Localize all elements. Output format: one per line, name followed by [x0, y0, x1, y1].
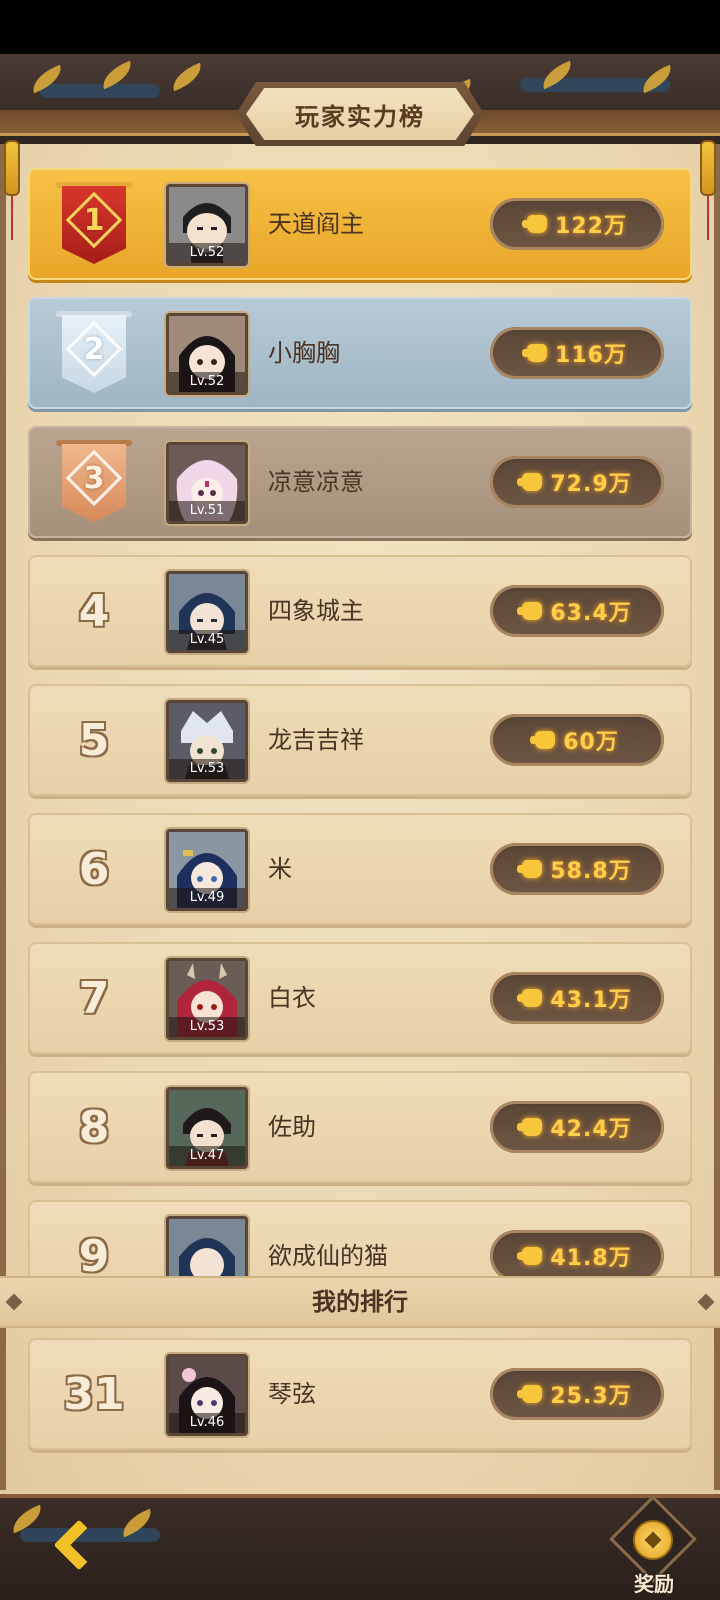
power-badge: 58.8万	[490, 843, 664, 895]
power-value: 60万	[563, 730, 619, 755]
player-level: Lv.49	[169, 888, 245, 908]
power-badge: 122万	[490, 198, 664, 250]
rank-number: 5	[78, 714, 110, 766]
ginkgo-leaf-decoration	[167, 62, 207, 92]
rank-number: 9	[78, 1230, 110, 1282]
player-name: 欲成仙的猫	[268, 1242, 388, 1270]
player-avatar[interactable]	[166, 1216, 248, 1284]
player-avatar[interactable]: Lv.52	[166, 184, 248, 266]
player-avatar[interactable]: Lv.53	[166, 958, 248, 1040]
blue-hair-hero-avatar-icon	[169, 1219, 245, 1284]
player-level: Lv.47	[169, 1146, 245, 1166]
player-level: Lv.45	[169, 630, 245, 650]
player-avatar[interactable]: Lv.52	[166, 313, 248, 395]
power-value: 43.1万	[550, 988, 632, 1013]
player-level: Lv.53	[169, 759, 245, 779]
power-badge: 42.4万	[490, 1101, 664, 1153]
player-level: Lv.52	[169, 243, 245, 263]
player-name: 天道阎主	[268, 210, 364, 238]
fist-icon	[530, 731, 556, 749]
power-badge: 41.8万	[490, 1230, 664, 1282]
back-button[interactable]	[44, 1510, 114, 1580]
leaderboard-row-7[interactable]: 7 Lv.53 白衣 43.1万	[28, 942, 692, 1054]
player-name: 米	[268, 855, 292, 883]
power-value: 72.9万	[550, 472, 632, 497]
rank-number: 4	[78, 585, 110, 637]
my-rank-row[interactable]: 31 Lv.46 琴弦 25.3万	[28, 1338, 692, 1450]
leaderboard-row-3[interactable]: 3 Lv.51 凉意凉意 72.9万	[28, 426, 692, 538]
leaderboard-row-6[interactable]: 6 Lv.49 米 58.8万	[28, 813, 692, 925]
leaderboard-row-4[interactable]: 4 Lv.45 四象城主 63.4万	[28, 555, 692, 667]
player-name: 四象城主	[268, 597, 364, 625]
cloud-decoration	[40, 84, 160, 98]
player-name: 佐助	[268, 1113, 316, 1141]
fist-icon	[517, 860, 543, 878]
fist-icon	[517, 989, 543, 1007]
player-level: Lv.46	[169, 1413, 245, 1433]
rank-banner-gold: 1	[56, 180, 132, 268]
coin-icon	[633, 1520, 673, 1560]
player-avatar[interactable]: Lv.47	[166, 1087, 248, 1169]
power-badge: 72.9万	[490, 456, 664, 508]
rank-banner-bronze: 3	[56, 438, 132, 526]
rank-number: 8	[78, 1101, 110, 1153]
fist-icon	[522, 344, 548, 362]
power-badge: 25.3万	[490, 1368, 664, 1420]
player-avatar[interactable]: Lv.51	[166, 442, 248, 524]
player-avatar[interactable]: Lv.46	[166, 1354, 248, 1436]
fist-icon	[517, 1385, 543, 1403]
rank-number: 1	[83, 202, 105, 238]
power-badge: 60万	[490, 714, 664, 766]
player-name: 龙吉吉祥	[268, 726, 364, 754]
fist-icon	[517, 473, 543, 491]
my-rank-header: 我的排行	[0, 1276, 720, 1328]
rank-banner-silver: 2	[56, 309, 132, 397]
player-name: 琴弦	[268, 1380, 316, 1408]
leaderboard-row-1[interactable]: 1 Lv.52 天道阎主 122万	[28, 168, 692, 280]
player-level: Lv.53	[169, 1017, 245, 1037]
rank-number: 2	[83, 331, 105, 367]
player-avatar[interactable]: Lv.49	[166, 829, 248, 911]
fist-icon	[517, 1118, 543, 1136]
leaderboard-row-8[interactable]: 8 Lv.47 佐助 42.4万	[28, 1071, 692, 1183]
rank-number: 6	[78, 843, 110, 895]
power-badge: 116万	[490, 327, 664, 379]
fist-icon	[517, 602, 543, 620]
leaderboard-row-2[interactable]: 2 Lv.52 小胸胸 116万	[28, 297, 692, 409]
power-badge: 43.1万	[490, 972, 664, 1024]
player-avatar[interactable]: Lv.45	[166, 571, 248, 653]
player-level: Lv.51	[169, 501, 245, 521]
power-value: 25.3万	[550, 1384, 632, 1409]
rank-number: 7	[78, 972, 110, 1024]
power-value: 58.8万	[550, 859, 632, 884]
power-value: 41.8万	[550, 1246, 632, 1271]
player-name: 小胸胸	[268, 339, 340, 367]
chevron-left-icon	[53, 1519, 105, 1571]
rank-number: 31	[63, 1368, 125, 1420]
leaderboard-row-9[interactable]: 9 欲成仙的猫 41.8万	[28, 1200, 692, 1284]
power-value: 42.4万	[550, 1117, 632, 1142]
power-value: 116万	[555, 343, 627, 368]
power-value: 63.4万	[550, 601, 632, 626]
player-avatar[interactable]: Lv.53	[166, 700, 248, 782]
leaderboard-list[interactable]: 1 Lv.52 天道阎主 122万 2 Lv.52 小胸胸 116万 3 Lv.…	[0, 168, 720, 1284]
my-rank-title: 我的排行	[312, 1288, 408, 1316]
reward-label: 奖励	[634, 1572, 674, 1596]
fist-icon	[517, 1247, 543, 1265]
power-badge: 63.4万	[490, 585, 664, 637]
page-title: 玩家实力榜	[246, 88, 474, 140]
status-bar-area	[0, 0, 720, 54]
leaderboard-screen: 玩家实力榜 1 Lv.52 天道阎主 122万 2 Lv.52 小胸胸 116万…	[0, 0, 720, 1600]
reward-button[interactable]: 奖励	[608, 1495, 700, 1600]
leaderboard-row-5[interactable]: 5 Lv.53 龙吉吉祥 60万	[28, 684, 692, 796]
player-name: 凉意凉意	[268, 468, 364, 496]
player-level: Lv.52	[169, 372, 245, 392]
player-name: 白衣	[268, 984, 316, 1012]
fist-icon	[522, 215, 548, 233]
rank-number: 3	[83, 460, 105, 496]
power-value: 122万	[555, 214, 627, 239]
